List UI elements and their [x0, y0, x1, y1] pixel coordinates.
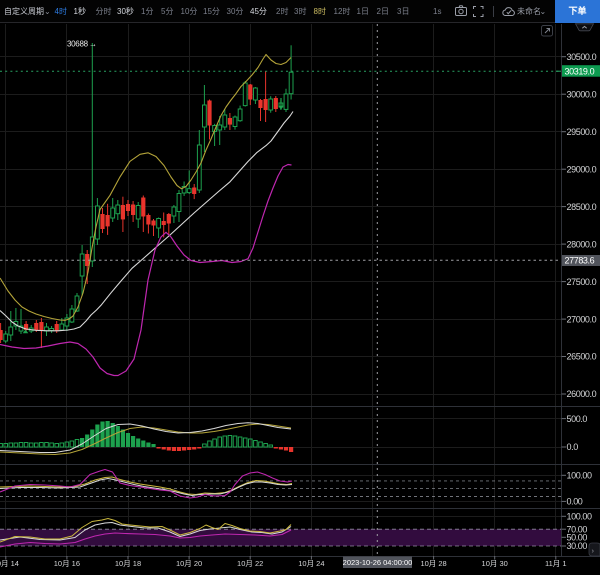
- svg-text:26000.0: 26000.0: [567, 389, 597, 399]
- svg-text:0.00: 0.00: [567, 497, 583, 507]
- svg-text:10月 18: 10月 18: [115, 559, 141, 568]
- svg-text:10月 30: 10月 30: [482, 559, 508, 568]
- svg-text:10月 24: 10月 24: [298, 559, 324, 568]
- svg-text:27000.0: 27000.0: [567, 314, 597, 324]
- svg-text:30000.0: 30000.0: [567, 89, 597, 99]
- svg-text:28500.0: 28500.0: [567, 202, 597, 212]
- svg-text:28000.0: 28000.0: [567, 239, 597, 249]
- svg-text:0.0: 0.0: [567, 442, 579, 452]
- svg-text:11月 1: 11月 1: [545, 559, 567, 568]
- svg-text:30688 →: 30688 →: [67, 39, 97, 48]
- svg-text:2023-10-26 04:00:00: 2023-10-26 04:00:00: [343, 558, 413, 567]
- svg-text:10月 22: 10月 22: [237, 559, 263, 568]
- svg-text:29000.0: 29000.0: [567, 164, 597, 174]
- svg-text:26500.0: 26500.0: [567, 352, 597, 362]
- svg-text:10月 16: 10月 16: [54, 559, 80, 568]
- svg-text:27500.0: 27500.0: [567, 277, 597, 287]
- svg-text:10月 20: 10月 20: [176, 559, 202, 568]
- svg-text:30.00: 30.00: [567, 541, 588, 551]
- svg-text:100.00: 100.00: [567, 512, 593, 522]
- svg-text:10月 14: 10月 14: [0, 559, 19, 568]
- svg-text:30319.0: 30319.0: [565, 67, 595, 77]
- svg-text:27783.6: 27783.6: [565, 256, 595, 266]
- svg-text:10月 28: 10月 28: [420, 559, 446, 568]
- svg-text:100.00: 100.00: [567, 471, 593, 481]
- svg-text:29500.0: 29500.0: [567, 127, 597, 137]
- svg-text:30500.0: 30500.0: [567, 52, 597, 62]
- svg-text:500.0: 500.0: [567, 414, 588, 424]
